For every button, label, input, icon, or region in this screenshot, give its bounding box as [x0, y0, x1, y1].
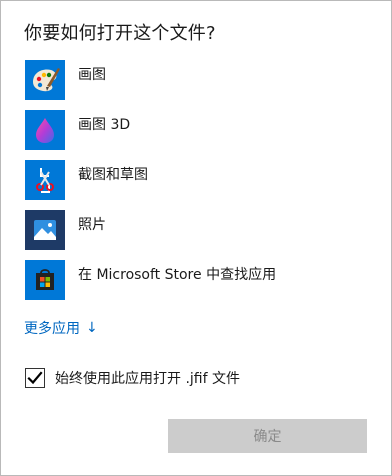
snip-sketch-icon — [25, 160, 65, 200]
ok-button[interactable]: 确定 — [168, 419, 367, 453]
always-use-option[interactable]: 始终使用此应用打开 .jfif 文件 — [25, 368, 240, 388]
app-label-paint-3d: 画图 3D — [78, 117, 131, 133]
app-label-paint: 画图 — [78, 67, 106, 83]
arrow-down-icon: ↓ — [86, 320, 98, 336]
always-use-label: 始终使用此应用打开 .jfif 文件 — [55, 371, 240, 387]
app-item-photos[interactable]: 照片 — [25, 210, 365, 260]
app-item-store[interactable]: 在 Microsoft Store 中查找应用 — [25, 260, 365, 310]
paint-3d-icon — [25, 110, 65, 150]
paint-icon — [25, 60, 65, 100]
always-use-checkbox[interactable] — [25, 368, 45, 388]
app-item-paint[interactable]: 画图 — [25, 60, 365, 110]
app-list: 画图 画图 3D 截图和草图 照片 在 Microsoft Store 中查找应… — [25, 60, 365, 310]
dialog-title: 你要如何打开这个文件? — [24, 23, 216, 44]
more-apps-link[interactable]: 更多应用 ↓ — [24, 318, 98, 338]
open-with-dialog: 你要如何打开这个文件? 画图 画图 3D 截图和草图 照片 在 Microsof… — [0, 0, 392, 476]
app-item-snip-sketch[interactable]: 截图和草图 — [25, 160, 365, 210]
store-icon — [25, 260, 65, 300]
photos-icon — [25, 210, 65, 250]
more-apps-label: 更多应用 — [24, 321, 80, 337]
app-label-snip-sketch: 截图和草图 — [78, 167, 148, 183]
app-label-photos: 照片 — [78, 217, 106, 233]
app-item-paint-3d[interactable]: 画图 3D — [25, 110, 365, 160]
checkmark-icon — [27, 371, 43, 385]
app-label-store: 在 Microsoft Store 中查找应用 — [78, 267, 277, 283]
